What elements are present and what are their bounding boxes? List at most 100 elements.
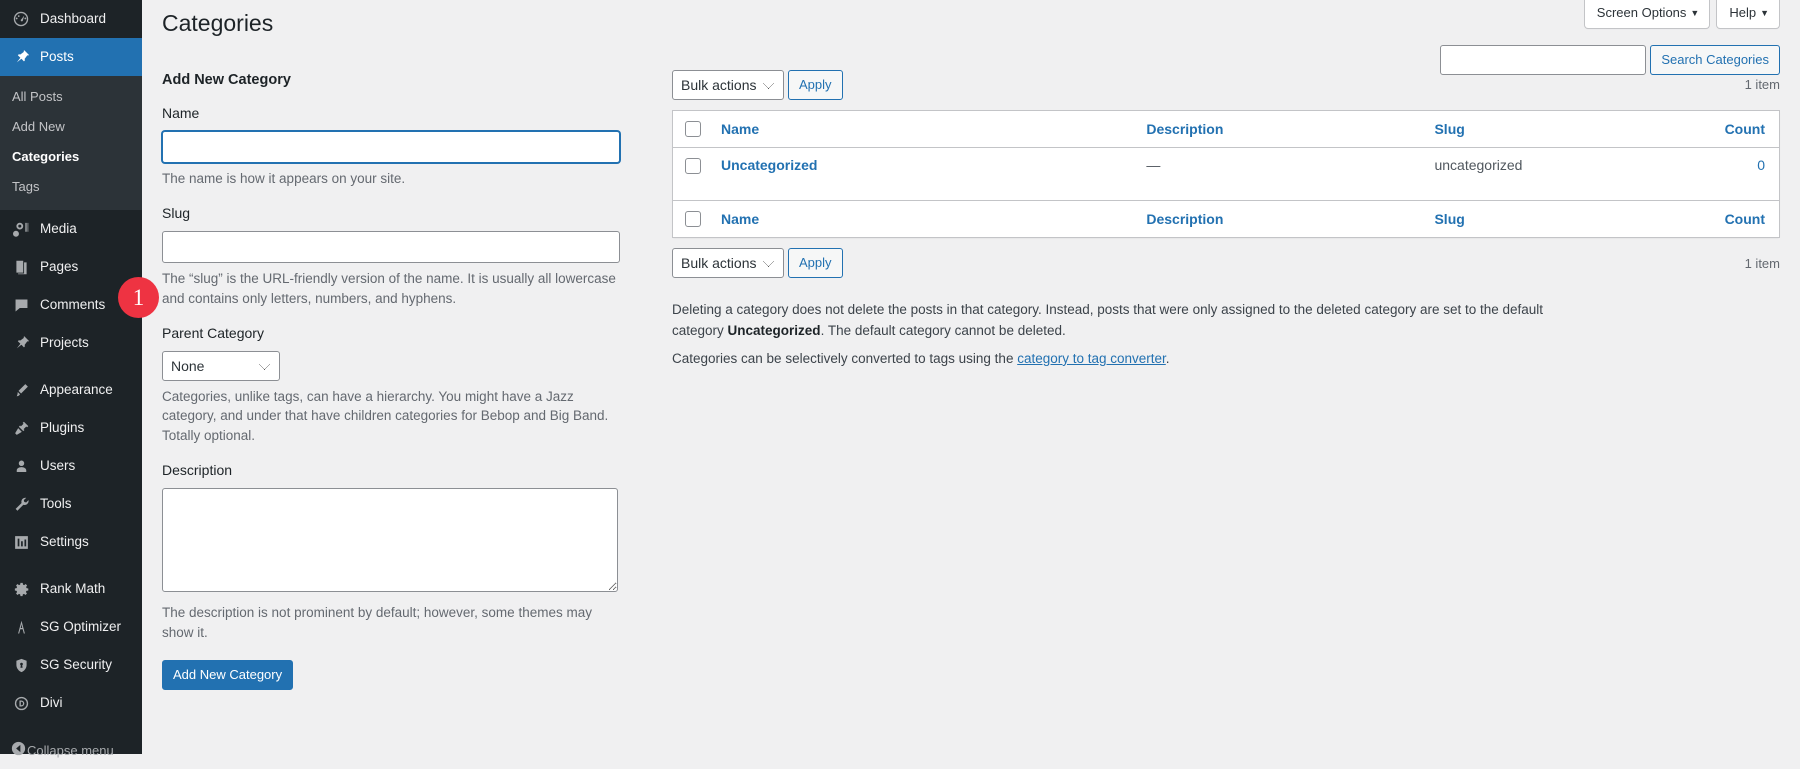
sidebar-item-dashboard[interactable]: Dashboard — [0, 0, 142, 38]
sidebar-item-sg-security[interactable]: SG Security — [0, 646, 142, 684]
search-categories-button[interactable]: Search Categories — [1650, 45, 1780, 75]
delete-note: Deleting a category does not delete the … — [672, 300, 1552, 341]
content-area: Screen Options▼ Help▼ Categories Search … — [142, 0, 1800, 754]
search-input[interactable] — [1440, 45, 1646, 75]
sidebar-item-label: Media — [40, 220, 77, 238]
categories-list-column: Bulk actions Apply 1 item Name Descr — [650, 70, 1780, 377]
posts-submenu: All Posts Add New Categories Tags — [0, 76, 142, 210]
sidebar-item-all-posts[interactable]: All Posts — [0, 82, 142, 112]
column-footer-slug[interactable]: Slug — [1424, 201, 1660, 238]
apply-button-top[interactable]: Apply — [788, 70, 843, 100]
shield-gear-icon — [10, 655, 32, 675]
table-footer-row: Name Description Slug Count — [673, 201, 1780, 238]
collapse-menu-button[interactable]: Collapse menu — [0, 731, 142, 769]
parent-category-select[interactable]: None — [162, 351, 280, 381]
sidebar-item-tags[interactable]: Tags — [0, 172, 142, 202]
bulk-actions-select-top[interactable]: Bulk actions — [672, 70, 784, 100]
sidebar-item-projects[interactable]: Projects — [0, 324, 142, 362]
sidebar-item-tools[interactable]: Tools — [0, 485, 142, 523]
sidebar-item-add-new[interactable]: Add New — [0, 112, 142, 142]
collapse-menu-label: Collapse menu — [27, 743, 114, 758]
item-count-bottom: 1 item — [1745, 256, 1780, 271]
category-name-link[interactable]: Uncategorized — [721, 157, 817, 173]
column-header-name[interactable]: Name — [711, 110, 1136, 147]
name-label: Name — [162, 104, 634, 124]
screen-options-button[interactable]: Screen Options▼ — [1584, 0, 1711, 29]
chevron-down-icon: ▼ — [1760, 8, 1769, 18]
name-input[interactable] — [162, 131, 620, 163]
sidebar-item-label: Appearance — [40, 381, 113, 399]
sidebar-item-label: Divi — [40, 694, 63, 712]
slug-label: Slug — [162, 204, 634, 224]
sidebar-item-settings[interactable]: Settings — [0, 523, 142, 561]
column-header-slug[interactable]: Slug — [1424, 110, 1660, 147]
chevron-down-icon: ▼ — [1690, 8, 1699, 18]
tablenav-bottom: Bulk actions Apply 1 item — [672, 248, 1780, 278]
slug-input[interactable] — [162, 231, 620, 263]
sidebar-item-label: Pages — [40, 258, 78, 276]
sg-optimizer-icon — [10, 617, 32, 637]
sidebar-item-posts[interactable]: Posts — [0, 38, 142, 76]
dashboard-icon — [10, 9, 32, 29]
screen-options-label: Screen Options — [1597, 5, 1687, 20]
column-footer-name[interactable]: Name — [711, 201, 1136, 238]
item-count-top: 1 item — [1745, 77, 1780, 92]
description-field-group: Description The description is not promi… — [162, 461, 634, 642]
sidebar-item-label: SG Security — [40, 656, 112, 674]
wrench-icon — [10, 494, 32, 514]
sidebar-item-sg-optimizer[interactable]: SG Optimizer — [0, 608, 142, 646]
admin-sidebar: Dashboard Posts All Posts Add New Catego… — [0, 0, 142, 754]
footer-notes: Deleting a category does not delete the … — [672, 300, 1780, 369]
sidebar-item-label: Plugins — [40, 419, 84, 437]
slug-description: The “slug” is the URL-friendly version o… — [162, 269, 618, 308]
sidebar-item-label: Dashboard — [40, 10, 106, 28]
select-all-checkbox-bottom[interactable] — [685, 211, 701, 227]
sidebar-item-pages[interactable]: Pages — [0, 248, 142, 286]
sidebar-item-users[interactable]: Users — [0, 447, 142, 485]
column-header-count[interactable]: Count — [1661, 110, 1780, 147]
column-footer-count[interactable]: Count — [1661, 201, 1780, 238]
add-category-form-column: Add New Category Name The name is how it… — [162, 70, 650, 690]
parent-category-description: Categories, unlike tags, can have a hier… — [162, 387, 618, 446]
sidebar-item-appearance[interactable]: Appearance — [0, 371, 142, 409]
sidebar-item-media[interactable]: Media — [0, 210, 142, 248]
media-icon — [10, 219, 32, 239]
step-badge-number: 1 — [133, 285, 145, 311]
description-textarea[interactable] — [162, 488, 618, 592]
default-category-name: Uncategorized — [728, 323, 821, 338]
slug-field-group: Slug The “slug” is the URL-friendly vers… — [162, 204, 634, 308]
sidebar-item-label: Rank Math — [40, 580, 105, 598]
description-help: The description is not prominent by defa… — [162, 603, 618, 642]
name-field-group: Name The name is how it appears on your … — [162, 104, 634, 188]
column-header-description[interactable]: Description — [1136, 110, 1424, 147]
row-name-cell: Uncategorized — [711, 148, 1136, 201]
column-footer-description[interactable]: Description — [1136, 201, 1424, 238]
sidebar-item-label: Settings — [40, 533, 89, 551]
sidebar-item-plugins[interactable]: Plugins — [0, 409, 142, 447]
apply-button-bottom[interactable]: Apply — [788, 248, 843, 278]
sidebar-item-categories[interactable]: Categories — [0, 142, 142, 172]
pages-icon — [10, 257, 32, 277]
sidebar-item-divi[interactable]: Divi — [0, 684, 142, 722]
parent-category-group: Parent Category None Categories, unlike … — [162, 324, 634, 445]
row-checkbox[interactable] — [685, 158, 701, 174]
category-count-link[interactable]: 0 — [1757, 157, 1765, 173]
submit-row: Add New Category — [162, 660, 634, 690]
sidebar-separator — [0, 362, 142, 371]
parent-category-label: Parent Category — [162, 324, 634, 344]
description-label: Description — [162, 461, 634, 481]
add-new-category-button[interactable]: Add New Category — [162, 660, 293, 690]
brush-icon — [10, 380, 32, 400]
sidebar-item-label: Users — [40, 457, 75, 475]
select-all-checkbox-top[interactable] — [685, 121, 701, 137]
category-to-tag-converter-link[interactable]: category to tag converter — [1017, 351, 1166, 366]
page-title: Categories — [162, 0, 1780, 43]
sidebar-item-label: SG Optimizer — [40, 618, 121, 636]
sidebar-item-rank-math[interactable]: Rank Math — [0, 570, 142, 608]
divi-icon — [10, 693, 32, 713]
categories-table: Name Description Slug Count Unca — [672, 110, 1780, 238]
user-icon — [10, 456, 32, 476]
collapse-arrow-icon — [10, 740, 27, 760]
help-button[interactable]: Help▼ — [1716, 0, 1780, 29]
bulk-actions-select-bottom[interactable]: Bulk actions — [672, 248, 784, 278]
